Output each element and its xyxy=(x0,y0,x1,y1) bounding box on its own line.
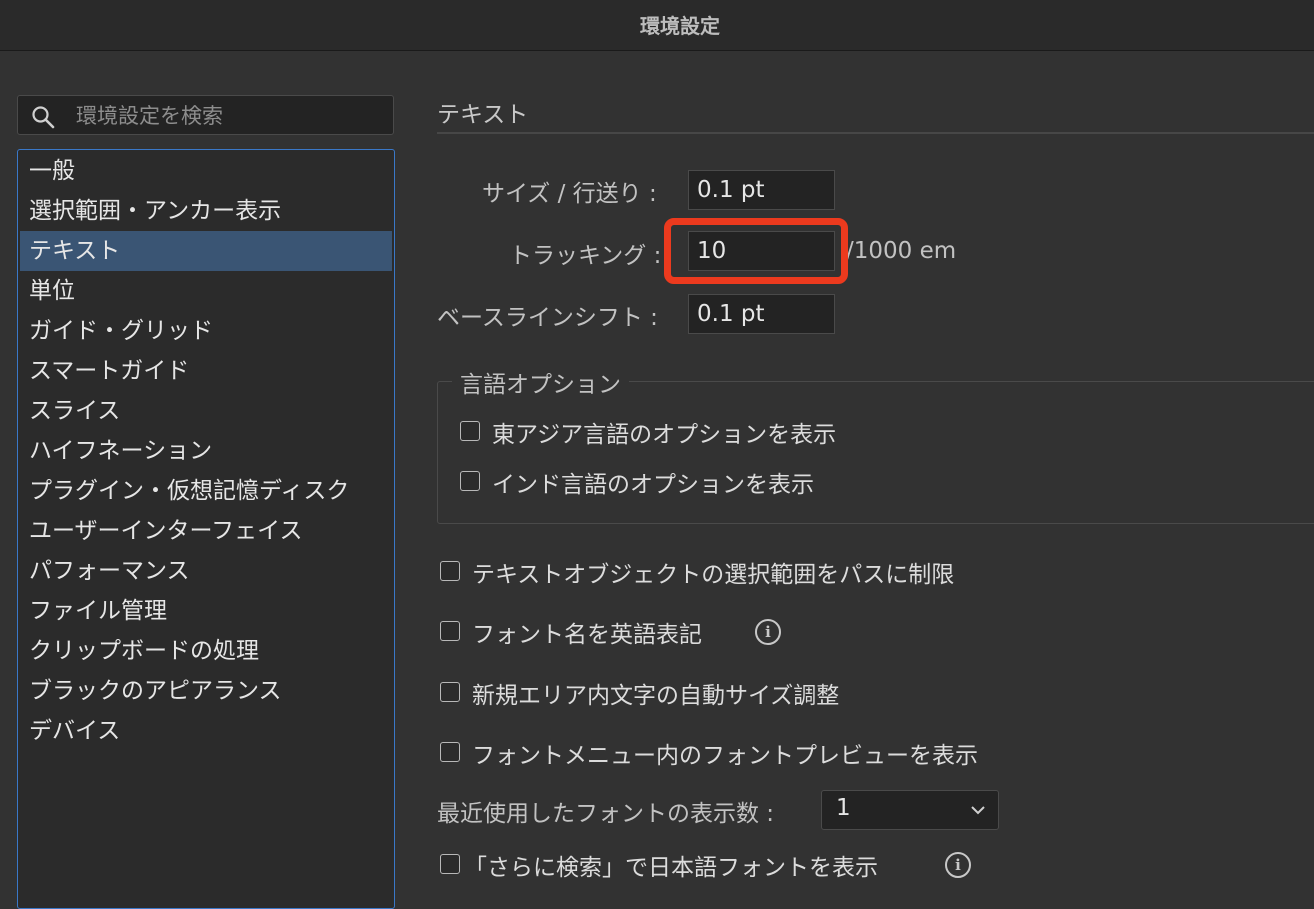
category-item[interactable]: パフォーマンス xyxy=(20,551,392,591)
info-icon[interactable]: i xyxy=(755,619,781,645)
category-item[interactable]: ハイフネーション xyxy=(20,431,392,471)
indic-checkbox[interactable] xyxy=(460,471,480,491)
window-title: 環境設定 xyxy=(640,14,720,38)
font-names-english-checkbox[interactable] xyxy=(440,621,460,641)
east-asian-checkbox[interactable] xyxy=(460,421,480,441)
category-list[interactable]: 一般 選択範囲・アンカー表示 テキスト 単位 ガイド・グリッド スマートガイド … xyxy=(17,149,395,909)
category-item[interactable]: ガイド・グリッド xyxy=(20,311,392,351)
auto-size-area-checkbox[interactable] xyxy=(440,682,460,702)
recent-fonts-label: 最近使用したフォントの表示数 : xyxy=(437,801,775,827)
chevron-down-icon xyxy=(971,806,985,815)
category-item[interactable]: 単位 xyxy=(20,271,392,311)
info-icon[interactable]: i xyxy=(945,852,971,878)
search-icon xyxy=(32,106,55,129)
category-item[interactable]: ファイル管理 xyxy=(20,591,392,631)
tracking-unit: /1000 em xyxy=(846,238,957,264)
indic-label[interactable]: インド言語のオプションを表示 xyxy=(492,465,814,499)
recent-fonts-select[interactable]: 1 xyxy=(821,790,999,830)
language-options-title: 言語オプション xyxy=(452,365,629,399)
title-bar: 環境設定 xyxy=(0,0,1314,51)
japanese-fonts-label[interactable]: 「さらに検索」で日本語フォントを表示 xyxy=(464,848,878,882)
category-item[interactable]: 一般 xyxy=(20,151,392,191)
size-leading-label: サイズ / 行送り : xyxy=(482,181,657,207)
auto-size-area-label[interactable]: 新規エリア内文字の自動サイズ調整 xyxy=(472,676,839,710)
restrict-to-path-label[interactable]: テキストオブジェクトの選択範囲をパスに制限 xyxy=(472,555,954,589)
font-preview-checkbox[interactable] xyxy=(440,742,460,762)
category-item[interactable]: ユーザーインターフェイス xyxy=(20,511,392,551)
font-names-english-label[interactable]: フォント名を英語表記 xyxy=(472,615,702,649)
section-divider xyxy=(437,132,1314,134)
east-asian-label[interactable]: 東アジア言語のオプションを表示 xyxy=(492,415,836,449)
category-item[interactable]: クリップボードの処理 xyxy=(20,631,392,671)
size-leading-field[interactable] xyxy=(688,170,835,210)
category-item[interactable]: デバイス xyxy=(20,711,392,751)
baseline-shift-label: ベースラインシフト : xyxy=(437,305,658,331)
language-options-group xyxy=(437,381,1314,524)
category-item-selected[interactable]: テキスト xyxy=(20,231,392,271)
tracking-label: トラッキング : xyxy=(509,243,662,269)
search-box[interactable] xyxy=(17,95,394,135)
recent-fonts-value: 1 xyxy=(836,795,851,821)
tracking-field[interactable] xyxy=(688,231,835,271)
category-item[interactable]: スライス xyxy=(20,391,392,431)
font-preview-label[interactable]: フォントメニュー内のフォントプレビューを表示 xyxy=(472,736,978,770)
section-title: テキスト xyxy=(437,102,529,128)
category-item[interactable]: ブラックのアピアランス xyxy=(20,671,392,711)
category-item[interactable]: 選択範囲・アンカー表示 xyxy=(20,191,392,231)
category-item[interactable]: スマートガイド xyxy=(20,351,392,391)
search-input[interactable] xyxy=(74,100,378,132)
baseline-shift-field[interactable] xyxy=(688,294,835,334)
category-item[interactable]: プラグイン・仮想記憶ディスク xyxy=(20,471,392,511)
restrict-to-path-checkbox[interactable] xyxy=(440,561,460,581)
japanese-fonts-checkbox[interactable] xyxy=(440,854,460,874)
